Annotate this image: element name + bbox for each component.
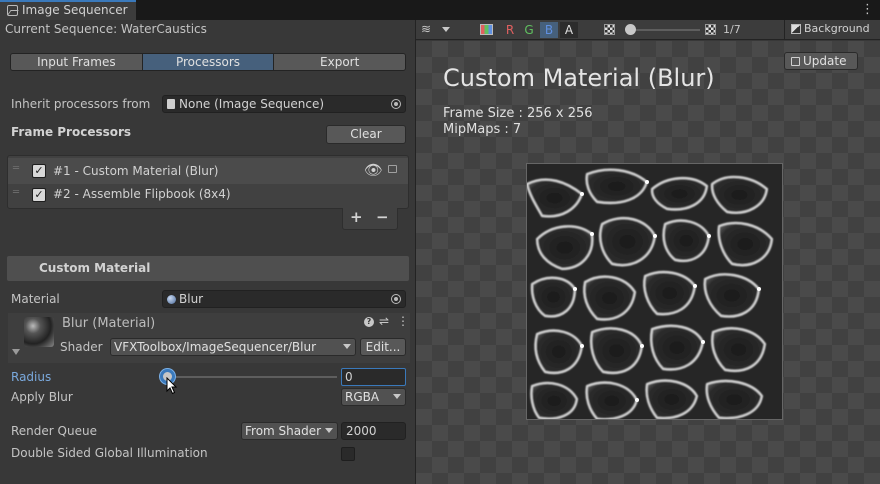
render-queue-input[interactable]: 2000 [341, 422, 406, 440]
frame-checker-icon[interactable] [705, 24, 716, 35]
radius-input[interactable]: 0 [341, 368, 406, 386]
custom-material-header[interactable]: Custom Material [7, 256, 409, 281]
update-button[interactable]: Update [784, 52, 858, 70]
shader-value: VFXToolbox/ImageSequencer/Blur [114, 340, 317, 354]
render-queue-mode-value: From Shader [245, 424, 322, 438]
help-icon[interactable]: ? [364, 317, 374, 327]
processor-1-checkbox[interactable]: ✓ [32, 164, 46, 178]
add-processor-button[interactable]: + [350, 208, 363, 226]
presets-icon[interactable]: ⇌ [379, 314, 389, 328]
preview-image [526, 163, 783, 420]
shader-label: Shader [60, 340, 103, 354]
processor-2-checkbox[interactable]: ✓ [32, 188, 46, 202]
render-queue-mode-dropdown[interactable]: From Shader [241, 422, 338, 440]
mipmaps-label: MipMaps : 7 [443, 122, 522, 137]
processor-1-label[interactable]: #1 - Custom Material (Blur) [53, 164, 218, 178]
channel-g-toggle[interactable]: G [520, 22, 538, 38]
dropdown-arrow-icon[interactable] [442, 27, 450, 32]
frame-slider-handle[interactable] [625, 24, 636, 35]
rgb-toggle-icon[interactable] [480, 24, 493, 35]
lock-icon[interactable] [388, 165, 397, 173]
object-picker-icon[interactable] [391, 99, 401, 109]
custom-material-title: Custom Material [39, 261, 151, 275]
material-title: Blur (Material) [62, 316, 156, 331]
material-value: Blur [179, 292, 204, 306]
dropdown-arrow-icon [325, 428, 333, 433]
remove-processor-button[interactable]: − [376, 208, 389, 226]
channel-a-toggle[interactable]: A [560, 22, 578, 38]
tab-export[interactable]: Export [274, 54, 405, 70]
background-icon[interactable] [791, 24, 801, 34]
clear-button[interactable]: Clear [326, 125, 406, 144]
mouse-cursor-icon [166, 377, 178, 395]
window-menu-icon[interactable]: ⋮ [861, 2, 874, 17]
apply-blur-dropdown[interactable]: RGBA [341, 388, 406, 406]
drag-handle-icon[interactable]: ═ [13, 163, 19, 174]
document-icon [167, 99, 175, 109]
channel-r-toggle[interactable]: R [501, 22, 519, 38]
eye-icon[interactable]: 👁 [364, 161, 383, 179]
material-label: Material [11, 292, 60, 306]
frame-counter: 1/7 [723, 23, 741, 36]
preview-title: Custom Material (Blur) [443, 64, 715, 92]
image-icon [7, 5, 18, 16]
material-field[interactable]: Blur [162, 290, 406, 308]
frame-processors-label: Frame Processors [11, 125, 132, 139]
edit-shader-button[interactable]: Edit... [360, 338, 406, 356]
dsgi-label: Double Sided Global Illumination [11, 446, 208, 460]
inherit-field[interactable]: None (Image Sequence) [162, 95, 406, 113]
more-options-icon[interactable]: ⋮ [397, 314, 409, 328]
background-dropdown[interactable]: Background [804, 22, 870, 35]
mip-checker-icon[interactable] [604, 24, 615, 35]
inherit-value: None (Image Sequence) [179, 97, 325, 111]
dropdown-arrow-icon [343, 344, 351, 349]
window-title: Image Sequencer [22, 3, 128, 17]
layers-icon[interactable]: ≋ [421, 22, 431, 36]
toolbar-separator [784, 20, 785, 40]
tab-processors[interactable]: Processors [142, 54, 275, 70]
drag-handle-icon[interactable]: ═ [13, 187, 19, 198]
main-tabbar: Input Frames Processors Export [10, 53, 406, 71]
inherit-label: Inherit processors from [11, 97, 151, 111]
processor-2-label[interactable]: #2 - Assemble Flipbook (8x4) [53, 187, 231, 201]
material-sphere-icon [167, 295, 176, 304]
dsgi-checkbox[interactable] [341, 447, 355, 461]
window-tab[interactable]: Image Sequencer [0, 0, 136, 20]
dropdown-arrow-icon [393, 394, 401, 399]
apply-blur-label: Apply Blur [11, 390, 73, 404]
update-label: Update [803, 54, 847, 68]
tab-input-frames[interactable]: Input Frames [11, 54, 143, 70]
apply-blur-value: RGBA [345, 390, 380, 404]
radius-label: Radius [11, 370, 52, 384]
object-picker-icon[interactable] [391, 294, 401, 304]
frame-slider-track[interactable] [628, 29, 700, 31]
material-thumbnail [24, 317, 54, 347]
radius-slider-track[interactable] [172, 376, 337, 378]
shader-dropdown[interactable]: VFXToolbox/ImageSequencer/Blur [110, 338, 356, 356]
foldout-arrow-icon[interactable] [12, 349, 20, 355]
save-icon [791, 57, 800, 66]
render-queue-label: Render Queue [11, 424, 97, 438]
channel-b-toggle[interactable]: B [540, 22, 558, 38]
frame-size-label: Frame Size : 256 x 256 [443, 106, 593, 121]
current-sequence-label: Current Sequence: WaterCaustics [5, 22, 207, 36]
